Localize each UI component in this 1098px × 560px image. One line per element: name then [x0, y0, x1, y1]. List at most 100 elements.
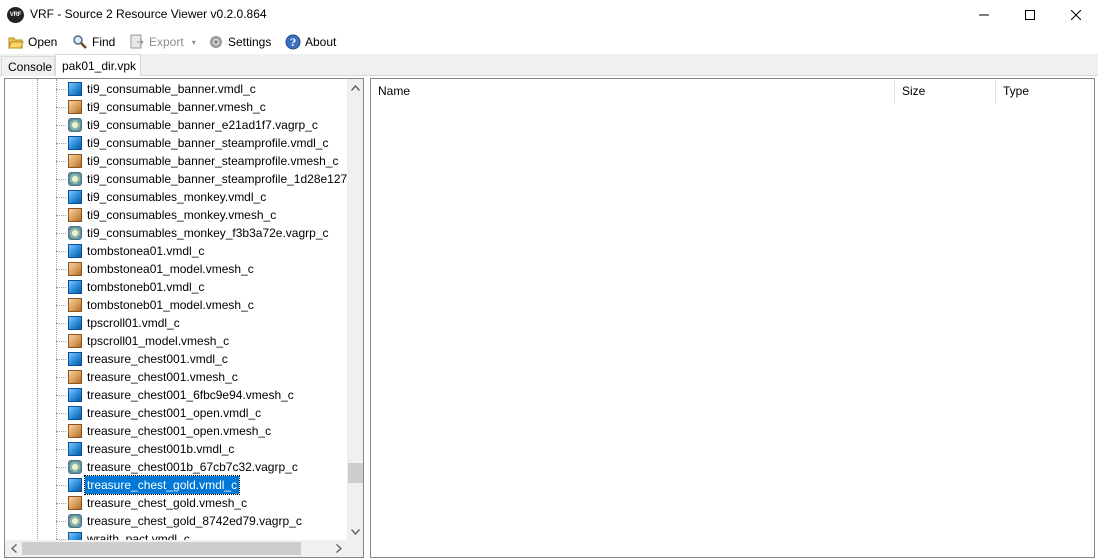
vmesh-file-icon	[68, 298, 82, 312]
tree-item[interactable]: tombstonea01.vmdl_c	[5, 242, 348, 260]
column-header-size[interactable]: Size	[895, 79, 996, 104]
tree-item[interactable]: treasure_chest001_open.vmesh_c	[5, 422, 348, 440]
tree-item-label: tombstonea01_model.vmesh_c	[87, 262, 254, 276]
tree-item[interactable]: treasure_chest001.vmesh_c	[5, 368, 348, 386]
vmdl-file-icon	[68, 406, 82, 420]
close-button[interactable]	[1053, 0, 1098, 30]
tab-console-label: Console	[8, 59, 53, 74]
vertical-scroll-thumb[interactable]	[348, 463, 363, 483]
tree-item[interactable]: ti9_consumables_monkey_f3b3a72e.vagrp_c	[5, 224, 348, 242]
tree-item[interactable]: tombstoneb01_model.vmesh_c	[5, 296, 348, 314]
tree-item[interactable]: ti9_consumable_banner_steamprofile.vmesh…	[5, 152, 348, 170]
tree-branch-line	[56, 233, 66, 234]
tree-branch-line	[56, 503, 66, 504]
tree-branch-line	[56, 467, 66, 468]
tree-item-label: ti9_consumables_monkey_f3b3a72e.vagrp_c	[87, 226, 329, 240]
vmesh-file-icon	[68, 334, 82, 348]
about-button[interactable]: ? About	[285, 33, 336, 51]
about-label: About	[305, 35, 337, 49]
tree-item-label: treasure_chest001.vmesh_c	[87, 370, 238, 384]
tree-item[interactable]: treasure_chest_gold.vmdl_c	[5, 475, 348, 495]
file-list-view[interactable]: Name Size Type	[370, 78, 1095, 558]
tree-branch-line	[56, 395, 66, 396]
title-bar: VRF VRF - Source 2 Resource Viewer v0.2.…	[0, 0, 1098, 30]
export-icon	[129, 34, 145, 50]
tree-branch-line	[56, 431, 66, 432]
tree-item-label: treasure_chest001.vmdl_c	[87, 352, 228, 366]
tree-branch-line	[56, 449, 66, 450]
tree-item[interactable]: ti9_consumable_banner_steamprofile.vmdl_…	[5, 134, 348, 152]
find-label: Find	[92, 35, 116, 49]
vmdl-file-icon	[68, 442, 82, 456]
tree-item[interactable]: treasure_chest001.vmdl_c	[5, 350, 348, 368]
scroll-up-icon[interactable]	[347, 79, 363, 96]
tree-branch-line	[56, 377, 66, 378]
tree-branch-line	[56, 125, 66, 126]
file-tree[interactable]: ti9_consumable_banner.vmdl_c ti9_consumab…	[4, 78, 364, 558]
tab-console[interactable]: Console	[1, 56, 55, 76]
tree-item-label: treasure_chest001_6fbc9e94.vmesh_c	[87, 388, 294, 402]
tab-pak01-dir-vpk[interactable]: pak01_dir.vpk	[55, 54, 141, 76]
tree-item[interactable]: treasure_chest001b_67cb7c32.vagrp_c	[5, 458, 348, 476]
tree-branch-line	[56, 323, 66, 324]
tree-item-label: ti9_consumable_banner.vmesh_c	[87, 100, 266, 114]
export-button[interactable]: Export ▾	[129, 33, 196, 51]
open-button[interactable]: Open	[8, 33, 57, 51]
tree-item[interactable]: ti9_consumables_monkey.vmesh_c	[5, 206, 348, 224]
tree-item[interactable]: tpscroll01_model.vmesh_c	[5, 332, 348, 350]
tree-item-label: ti9_consumable_banner_steamprofile_1d28e…	[87, 172, 357, 186]
tree-item-label: ti9_consumables_monkey.vmesh_c	[87, 208, 277, 222]
scroll-right-icon[interactable]	[330, 540, 347, 557]
tree-item[interactable]: ti9_consumables_monkey.vmdl_c	[5, 188, 348, 206]
tree-branch-line	[56, 269, 66, 270]
tree-branch-line	[56, 251, 66, 252]
scroll-down-icon[interactable]	[347, 523, 363, 540]
info-icon: ?	[285, 34, 301, 50]
tree-item-label: treasure_chest_gold.vmesh_c	[87, 496, 248, 510]
find-button[interactable]: Find	[72, 33, 115, 51]
tree-item[interactable]: ti9_consumable_banner_steamprofile_1d28e…	[5, 170, 357, 188]
vmesh-file-icon	[68, 154, 82, 168]
tree-branch-line	[56, 89, 66, 90]
tree-item[interactable]: ti9_consumable_banner.vmdl_c	[5, 80, 348, 98]
vmdl-file-icon	[68, 82, 82, 96]
tree-item[interactable]: ti9_consumable_banner.vmesh_c	[5, 98, 348, 116]
column-size-label: Size	[902, 84, 926, 98]
maximize-button[interactable]	[1007, 0, 1053, 30]
tree-item-label: treasure_chest_gold_8742ed79.vagrp_c	[87, 514, 302, 528]
tree-item[interactable]: treasure_chest001_open.vmdl_c	[5, 404, 348, 422]
tree-item-label: ti9_consumable_banner.vmdl_c	[87, 82, 256, 96]
magnifier-icon	[72, 34, 88, 50]
tree-branch-line	[56, 485, 66, 486]
vmesh-file-icon	[68, 496, 82, 510]
vmesh-file-icon	[68, 208, 82, 222]
vmesh-file-icon	[68, 370, 82, 384]
vmdl-file-icon	[68, 190, 82, 204]
tree-item[interactable]: treasure_chest001_6fbc9e94.vmesh_c	[5, 386, 348, 404]
tree-branch-line	[56, 287, 66, 288]
gear-icon	[208, 34, 224, 50]
tree-item[interactable]: tpscroll01.vmdl_c	[5, 314, 348, 332]
tree-branch-line	[56, 179, 66, 180]
tree-item[interactable]: treasure_chest_gold_8742ed79.vagrp_c	[5, 512, 348, 530]
scroll-left-icon[interactable]	[5, 540, 22, 557]
tree-item[interactable]: treasure_chest001b.vmdl_c	[5, 440, 348, 458]
horizontal-scroll-thumb[interactable]	[22, 542, 301, 555]
tree-vertical-scrollbar[interactable]	[347, 79, 363, 540]
tree-item[interactable]: ti9_consumable_banner_e21ad1f7.vagrp_c	[5, 116, 348, 134]
tree-item-label: tombstoneb01.vmdl_c	[87, 280, 205, 294]
vagrp-file-icon	[68, 514, 82, 528]
vagrp-file-icon	[68, 460, 82, 474]
tree-item[interactable]: tombstoneb01.vmdl_c	[5, 278, 348, 296]
tree-branch-line	[56, 143, 66, 144]
vmdl-file-icon	[68, 352, 82, 366]
column-header-name[interactable]: Name	[371, 79, 895, 104]
tree-item[interactable]: tombstonea01_model.vmesh_c	[5, 260, 348, 278]
column-name-label: Name	[378, 84, 411, 98]
tree-item-label: ti9_consumable_banner_steamprofile.vmdl_…	[87, 136, 329, 150]
minimize-button[interactable]	[961, 0, 1007, 30]
tree-horizontal-scrollbar[interactable]	[5, 540, 347, 557]
settings-button[interactable]: Settings	[208, 33, 271, 51]
column-header-type[interactable]: Type	[996, 79, 1094, 104]
tree-item[interactable]: treasure_chest_gold.vmesh_c	[5, 494, 348, 512]
